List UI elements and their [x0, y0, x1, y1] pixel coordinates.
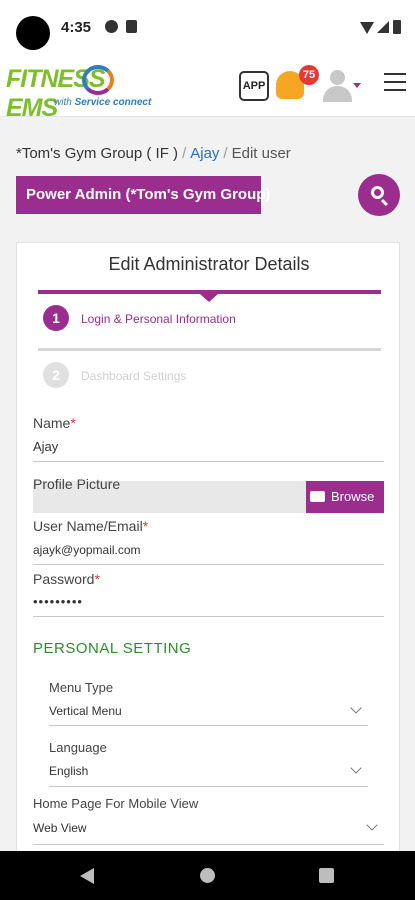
- fitness-ems-logo[interactable]: FITNESSEMS with Service connect: [6, 65, 166, 122]
- breadcrumb-user-link[interactable]: Ajay: [190, 145, 219, 162]
- status-bar: 4:35: [0, 0, 415, 53]
- system-navigation-bar: [0, 851, 415, 900]
- personal-setting-heading: PERSONAL SETTING: [33, 640, 192, 657]
- step-2-label[interactable]: Dashboard Settings: [81, 369, 186, 383]
- chevron-down-icon[interactable]: [350, 762, 362, 774]
- name-label: Name*: [33, 415, 76, 431]
- wifi-icon: [360, 22, 374, 34]
- home-page-select[interactable]: Web View: [33, 821, 87, 835]
- chevron-down-icon[interactable]: [350, 702, 362, 714]
- app-header: FITNESSEMS with Service connect APP 75: [0, 53, 415, 122]
- search-icon: [371, 186, 384, 199]
- step-divider: [38, 348, 381, 351]
- recent-apps-icon[interactable]: [319, 868, 334, 883]
- folder-icon: [310, 491, 325, 502]
- camera-cutout: [16, 16, 50, 50]
- status-time: 4:35: [61, 19, 92, 36]
- logo-tagline: with Service connect: [54, 97, 152, 108]
- search-button[interactable]: [358, 174, 400, 216]
- home-page-label: Home Page For Mobile View: [33, 796, 199, 811]
- sd-card-icon: [126, 20, 137, 33]
- notification-badge: 75: [299, 65, 319, 85]
- logo-ring-icon: [82, 65, 114, 95]
- password-field[interactable]: •••••••••: [33, 594, 83, 609]
- username-label: User Name/Email*: [33, 518, 149, 534]
- form-title: Edit Administrator Details: [108, 254, 310, 274]
- username-field[interactable]: ajayk@yopmail.com: [33, 543, 141, 557]
- chevron-down-icon[interactable]: [353, 83, 361, 88]
- home-icon[interactable]: [200, 868, 215, 883]
- edit-admin-form: Edit Administrator Details 1 Login & Per…: [16, 242, 400, 851]
- step-indicator-arrow: [200, 294, 218, 302]
- profile-picture-label: Profile Picture: [33, 476, 121, 492]
- role-button[interactable]: Power Admin (*Tom's Gym Group): [16, 176, 270, 214]
- chevron-down-icon[interactable]: [366, 819, 378, 831]
- app-icon[interactable]: APP: [239, 71, 269, 101]
- battery-icon: [393, 20, 401, 34]
- hamburger-menu-icon[interactable]: [384, 73, 406, 93]
- back-icon[interactable]: [80, 868, 94, 884]
- password-label: Password*: [33, 571, 100, 587]
- browse-button[interactable]: Browse: [306, 481, 384, 513]
- main-content[interactable]: *Tom's Gym Group ( IF ) / Ajay / Edit user P…: [0, 118, 415, 851]
- google-icon: [105, 20, 118, 33]
- breadcrumb: *Tom's Gym Group ( IF ) / Ajay / Edit user: [16, 145, 291, 162]
- breadcrumb-current: Edit user: [231, 145, 291, 162]
- menu-type-label: Menu Type: [49, 680, 114, 695]
- step-1-label[interactable]: Login & Personal Information: [81, 312, 236, 326]
- language-select[interactable]: English: [49, 764, 88, 778]
- signal-icon: [377, 21, 389, 33]
- name-field[interactable]: Ajay: [33, 439, 58, 454]
- menu-type-select[interactable]: Vertical Menu: [49, 704, 122, 718]
- breadcrumb-group: *Tom's Gym Group ( IF ): [16, 145, 179, 162]
- user-avatar-icon[interactable]: [321, 68, 353, 102]
- step-1-number[interactable]: 1: [43, 305, 69, 331]
- step-2-number[interactable]: 2: [43, 362, 69, 388]
- language-label: Language: [49, 740, 107, 755]
